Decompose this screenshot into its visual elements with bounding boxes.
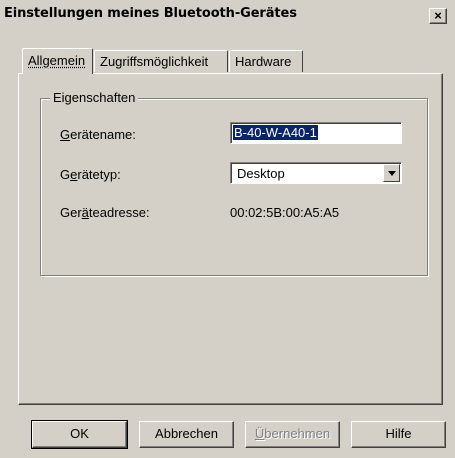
device-name-value: B-40-W-A40-1 [233,125,318,140]
close-icon: × [434,8,442,23]
ok-label: OK [70,426,89,441]
tab-label: Allgemein [28,53,86,68]
dropdown-button[interactable] [383,164,400,182]
tab-hardware[interactable]: Hardware [229,50,303,72]
window-title: Einstellungen meines Bluetooth-Gerätes [4,6,297,21]
device-name-label: Gerätename: [60,127,136,142]
device-type-select[interactable]: Desktop [230,162,402,184]
tab-allgemein[interactable]: Allgemein [22,48,93,74]
title-bar[interactable]: Einstellungen meines Bluetooth-Gerätes × [0,0,455,30]
device-type-value: Desktop [237,166,285,181]
dialog-window: Einstellungen meines Bluetooth-Gerätes ×… [0,0,455,458]
help-button[interactable]: Hilfe [351,421,446,448]
chevron-down-icon [388,171,396,176]
device-type-label: Gerätetyp: [60,167,121,182]
cancel-label: Abbrechen [155,426,218,441]
group-legend: Eigenschaften [50,90,139,105]
device-address-value: 00:02:5B:00:A5:A5 [230,205,340,220]
tab-zugriffsmoeglichkeit[interactable]: Zugriffsmöglichkeit [94,50,228,72]
apply-button[interactable]: Übernehmen [245,421,340,448]
tab-label: Hardware [235,54,292,69]
tab-label: Zugriffsmöglichkeit [100,54,209,69]
device-address-label: Geräteadresse: [60,205,150,220]
device-name-field[interactable]: B-40-W-A40-1 [230,122,402,144]
ok-button[interactable]: OK [31,420,128,449]
close-button[interactable]: × [429,8,447,24]
apply-label: Übernehmen [254,426,331,441]
cancel-button[interactable]: Abbrechen [139,421,234,448]
help-label: Hilfe [385,426,412,441]
